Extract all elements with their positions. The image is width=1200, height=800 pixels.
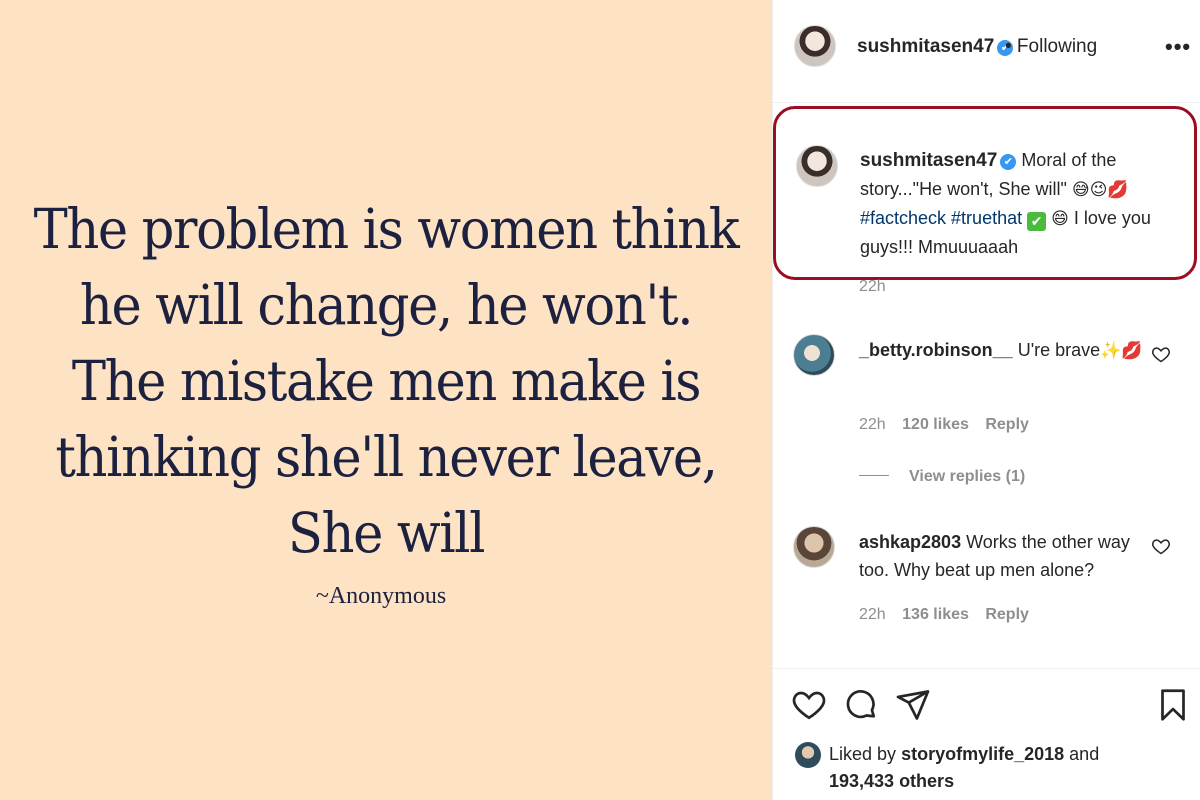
liked-by-summary: Liked by storyofmylife_2018 and 193,433 … <box>829 741 1099 795</box>
replies-divider <box>859 475 889 476</box>
view-replies-button[interactable]: View replies (1) <box>859 468 1025 486</box>
caption-emoji: 😅😉💋 <box>1071 180 1129 200</box>
like-comment-heart-icon[interactable] <box>1151 344 1171 364</box>
caption-avatar[interactable] <box>796 145 838 187</box>
comment-likes[interactable]: 136 likes <box>902 606 969 623</box>
post-image: The problem is women think he will chang… <box>0 0 772 800</box>
comment-time: 22h <box>859 606 886 623</box>
author-avatar[interactable] <box>794 25 836 67</box>
following-button[interactable]: • Following <box>1005 36 1097 58</box>
comment-time: 22h <box>859 416 886 433</box>
more-options-icon[interactable]: ••• <box>1165 34 1191 60</box>
post-actions: Liked by storyofmylife_2018 and 193,433 … <box>773 668 1200 800</box>
caption-username[interactable]: sushmitasen47 <box>860 150 997 171</box>
post-panel: sushmitasen47 ✔ • Following ••• sushmitas… <box>772 0 1200 800</box>
verified-icon: ✔ <box>1000 154 1017 170</box>
commenter-username[interactable]: ashkap2803 <box>859 532 961 552</box>
commenter-avatar[interactable] <box>793 526 835 568</box>
quote-line: She will <box>287 500 486 565</box>
view-replies-label[interactable]: View replies (1) <box>909 468 1025 485</box>
commenter-username[interactable]: _betty.robinson__ <box>859 340 1013 360</box>
author-username-text[interactable]: sushmitasen47 <box>857 36 994 57</box>
comment-icon[interactable] <box>843 687 879 723</box>
liked-by-suffix: and <box>1069 744 1100 764</box>
share-icon[interactable] <box>895 687 931 723</box>
caption-timestamp: 22h <box>859 278 886 295</box>
commenter-avatar[interactable] <box>793 334 835 376</box>
liked-by-prefix: Liked by <box>829 744 897 764</box>
like-comment-heart-icon[interactable] <box>1151 536 1171 556</box>
liked-by-user[interactable]: storyofmylife_2018 <box>901 744 1064 764</box>
comment-text: ashkap2803 Works the other way too. Why … <box>859 528 1149 584</box>
caption-hashtags[interactable]: #factcheck #truethat <box>860 208 1022 228</box>
comment-body: U're brave <box>1017 340 1101 360</box>
comment-likes[interactable]: 120 likes <box>902 416 969 433</box>
post-header: sushmitasen47 ✔ • Following ••• <box>773 0 1200 103</box>
comment-text: _betty.robinson__ U're brave✨💋 <box>859 336 1149 365</box>
caption-text: sushmitasen47 ✔ Moral of the story..."He … <box>860 146 1180 261</box>
comment-emoji: ✨💋 <box>1100 341 1143 361</box>
comment-meta: 22h 136 likes Reply <box>859 606 1041 624</box>
likes-count[interactable]: 193,433 others <box>829 771 954 791</box>
quote-attribution: ~Anonymous <box>315 582 447 609</box>
quote-text: The problem is women think he will chang… <box>33 191 740 571</box>
liker-avatar[interactable] <box>795 742 821 768</box>
caption-highlight: sushmitasen47 ✔ Moral of the story..."He … <box>773 106 1197 280</box>
caption-emoji: 😄 <box>1051 209 1069 229</box>
quote-line: thinking she'll never leave, <box>55 424 718 489</box>
quote-line: he will change, he won't. <box>79 272 694 337</box>
quote-line: The problem is women think <box>33 196 740 261</box>
comment-meta: 22h 120 likes Reply <box>859 416 1041 434</box>
bookmark-icon[interactable] <box>1155 687 1191 723</box>
quote-line: The mistake men make is <box>71 348 702 413</box>
like-heart-icon[interactable] <box>791 687 827 723</box>
check-mark-icon: ✔ <box>1027 212 1047 231</box>
author-username[interactable]: sushmitasen47 ✔ <box>857 36 1014 58</box>
reply-button[interactable]: Reply <box>985 606 1029 623</box>
reply-button[interactable]: Reply <box>985 416 1029 433</box>
